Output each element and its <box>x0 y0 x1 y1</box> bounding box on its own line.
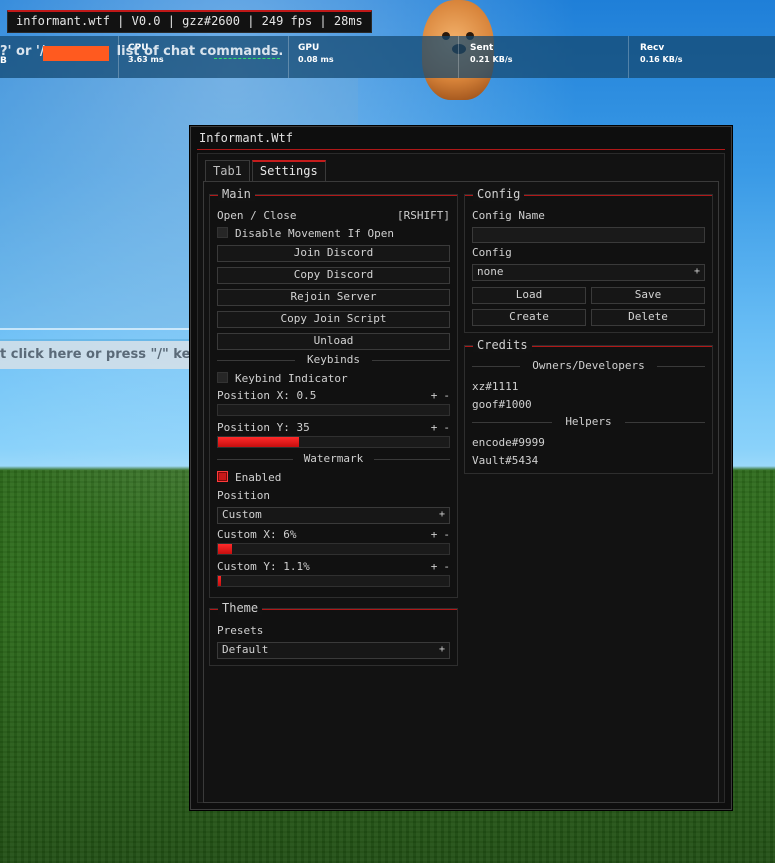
position-y-minus[interactable]: - <box>443 421 450 434</box>
credit-helper-1: encode#9999 <box>472 436 545 449</box>
tab-bar: Tab1 Settings <box>205 160 328 183</box>
custom-x-plus[interactable]: + <box>431 528 438 541</box>
position-y-stepper: + - <box>425 421 450 434</box>
join-discord-button[interactable]: Join Discord <box>217 245 450 262</box>
main-group-title: Main <box>218 187 255 201</box>
dropdown-plus-icon: + <box>438 644 445 655</box>
watermark-enabled-checkbox[interactable] <box>217 471 228 482</box>
keybinds-separator: Keybinds <box>217 354 450 366</box>
presets-label: Presets <box>217 624 264 637</box>
keybind-indicator-label: Keybind Indicator <box>235 372 348 385</box>
chat-system-message-b: B <box>0 56 7 66</box>
save-button[interactable]: Save <box>591 287 705 304</box>
credit-owner-1: xz#1111 <box>472 380 519 393</box>
custom-x-stepper: + - <box>425 528 450 541</box>
owners-separator: Owners/Developers <box>472 360 705 372</box>
tab-tab1[interactable]: Tab1 <box>205 160 250 182</box>
chat-input-bar[interactable]: t click here or press "/" key <box>0 339 199 369</box>
watermark-enabled-row[interactable]: Enabled <box>217 471 450 484</box>
theme-group-title: Theme <box>218 601 263 615</box>
credits-group-title: Credits <box>473 338 532 352</box>
load-button[interactable]: Load <box>472 287 586 304</box>
watermark-enabled-label: Enabled <box>235 471 282 484</box>
disable-movement-label: Disable Movement If Open <box>235 227 394 240</box>
open-close-label: Open / Close <box>217 209 297 222</box>
helpers-header: Helpers <box>565 415 612 428</box>
position-x-slider[interactable] <box>217 404 450 416</box>
presets-dropdown[interactable]: Default + <box>217 642 450 659</box>
helpers-separator: Helpers <box>472 416 705 428</box>
stat-sent: Sent 0.21 KB/s <box>470 43 513 64</box>
rejoin-server-button[interactable]: Rejoin Server <box>217 289 450 306</box>
position-x-minus[interactable]: - <box>443 389 450 402</box>
main-group: Main Open / Close [RSHIFT] Disable Movem… <box>209 187 458 598</box>
position-y-label: Position Y: 35 <box>217 421 310 434</box>
position-y-slider[interactable] <box>217 436 450 448</box>
custom-y-plus[interactable]: + <box>431 560 438 573</box>
custom-y-minus[interactable]: - <box>443 560 450 573</box>
position-x-plus[interactable]: + <box>431 389 438 402</box>
title-accent-line <box>197 149 725 150</box>
watermark-header: Watermark <box>303 452 364 465</box>
informant-window[interactable]: Informant.Wtf Tab1 Settings Main Open / … <box>190 126 732 810</box>
chat-divider <box>0 328 190 330</box>
config-group: Config Config Name Config none + Load Sa… <box>464 187 713 333</box>
config-dropdown[interactable]: none + <box>472 264 705 281</box>
dropdown-plus-icon: + <box>693 266 700 277</box>
custom-y-stepper: + - <box>425 560 450 573</box>
config-group-title: Config <box>473 187 525 201</box>
watermark-overlay: informant.wtf | V0.0 | gzz#2600 | 249 fp… <box>7 10 372 33</box>
keybinds-header: Keybinds <box>307 353 360 366</box>
open-close-row: Open / Close [RSHIFT] <box>217 209 450 222</box>
credit-helper-2: Vault#5434 <box>472 454 539 467</box>
credit-owner-2: goof#1000 <box>472 398 532 411</box>
create-button[interactable]: Create <box>472 309 586 326</box>
delete-button[interactable]: Delete <box>591 309 705 326</box>
keybind-indicator-row[interactable]: Keybind Indicator <box>217 372 450 385</box>
redacted-block <box>43 46 109 61</box>
config-dropdown-value: none <box>477 265 504 278</box>
custom-y-slider[interactable] <box>217 575 450 587</box>
open-close-keybind[interactable]: [RSHIFT] <box>397 209 450 222</box>
copy-join-script-button[interactable]: Copy Join Script <box>217 311 450 328</box>
custom-y-label: Custom Y: 1.1% <box>217 560 310 573</box>
position-y-plus[interactable]: + <box>431 421 438 434</box>
position-x-stepper: + - <box>425 389 450 402</box>
disable-movement-row[interactable]: Disable Movement If Open <box>217 227 450 240</box>
copy-discord-button[interactable]: Copy Discord <box>217 267 450 284</box>
tab-settings[interactable]: Settings <box>251 160 326 183</box>
chat-input-placeholder: t click here or press "/" key <box>0 347 199 362</box>
position-y-slider-fill <box>218 437 299 447</box>
watermark-separator: Watermark <box>217 453 450 465</box>
position-x-label: Position X: 0.5 <box>217 389 317 402</box>
keybind-indicator-checkbox[interactable] <box>217 372 228 383</box>
position-dropdown-value: Custom <box>222 508 262 521</box>
position-label: Position <box>217 489 270 502</box>
presets-dropdown-value: Default <box>222 643 269 656</box>
settings-tab-body: Main Open / Close [RSHIFT] Disable Movem… <box>203 181 719 803</box>
custom-x-label: Custom X: 6% <box>217 528 297 541</box>
window-title: Informant.Wtf <box>199 131 293 145</box>
custom-x-slider[interactable] <box>217 543 450 555</box>
stat-gpu: GPU 0.08 ms <box>298 43 334 64</box>
credits-group: Credits Owners/Developers xz#1111 goof#1… <box>464 338 713 474</box>
config-name-input[interactable] <box>472 227 705 243</box>
theme-group: Theme Presets Default + <box>209 601 458 666</box>
disable-movement-checkbox[interactable] <box>217 227 228 238</box>
custom-x-minus[interactable]: - <box>443 528 450 541</box>
dropdown-plus-icon: + <box>438 509 445 520</box>
config-name-label: Config Name <box>472 209 545 222</box>
config-label: Config <box>472 246 512 259</box>
position-dropdown[interactable]: Custom + <box>217 507 450 524</box>
unload-button[interactable]: Unload <box>217 333 450 350</box>
custom-x-slider-fill <box>218 544 232 554</box>
owners-header: Owners/Developers <box>532 359 645 372</box>
stat-recv: Recv 0.16 KB/s <box>640 43 683 64</box>
custom-y-slider-fill <box>218 576 221 586</box>
